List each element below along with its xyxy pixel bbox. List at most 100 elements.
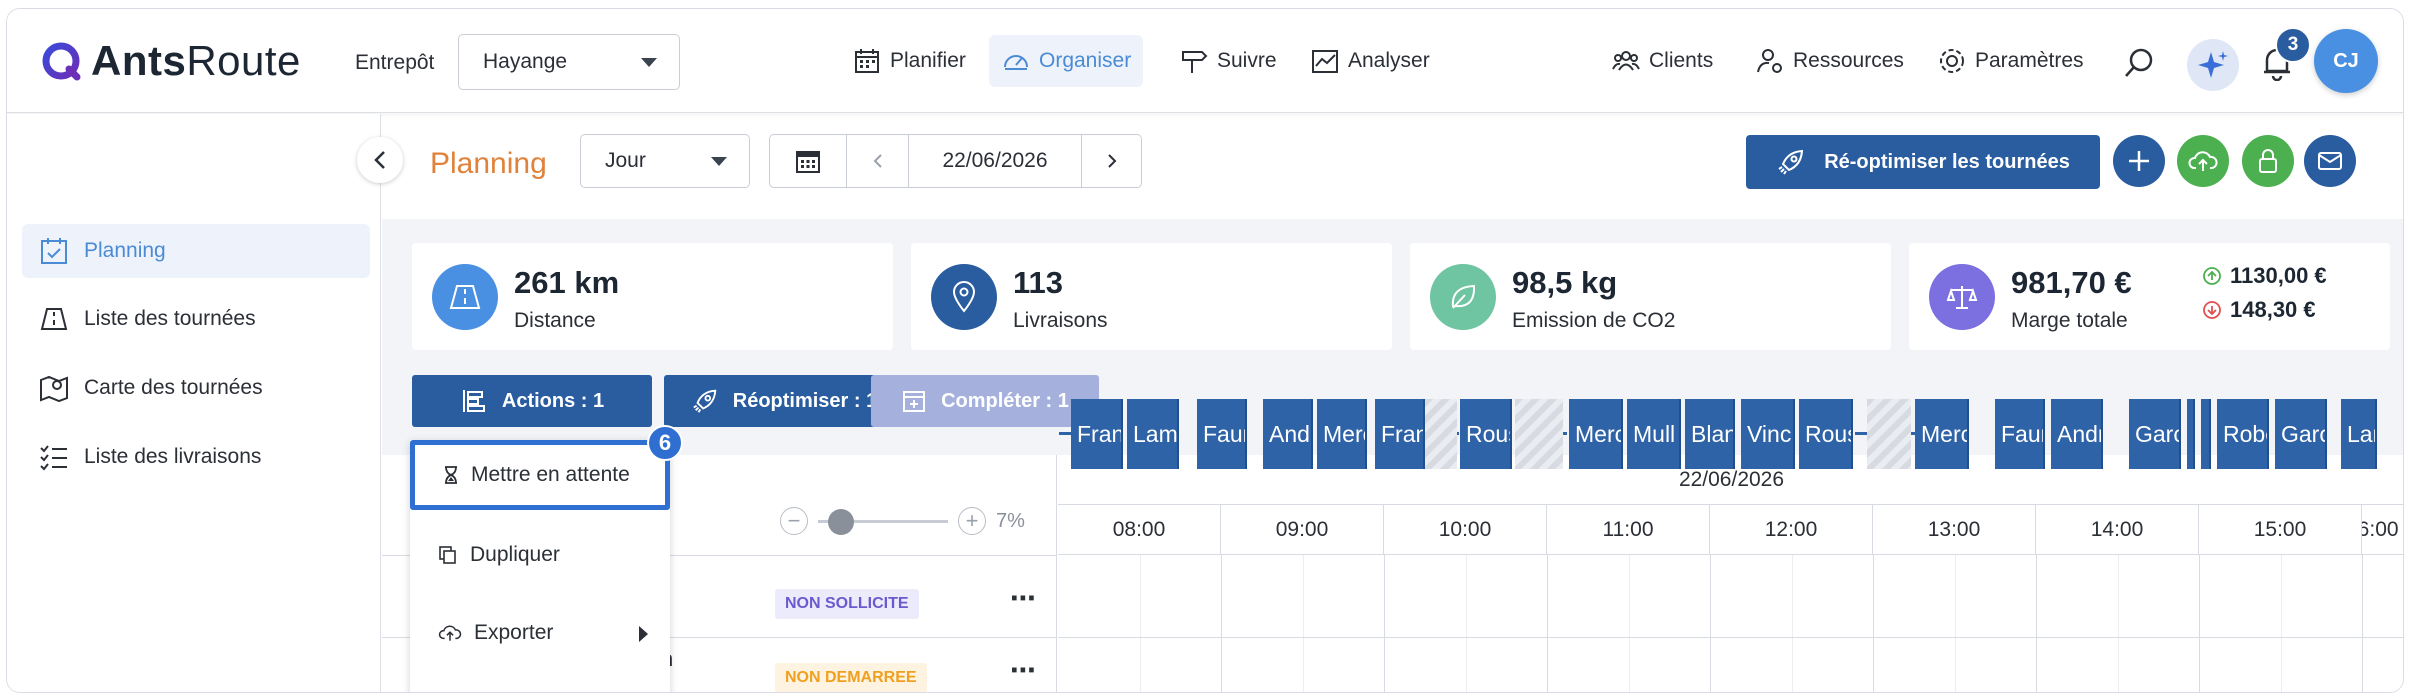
delivery-task[interactable]: Vinc [1741,399,1795,469]
delivery-task[interactable]: Robe [2217,399,2269,469]
nav-planifier-label: Planifier [890,49,966,72]
grid-line [1873,555,1874,692]
delivery-task[interactable]: Lam [2341,399,2377,469]
zoom-slider-handle[interactable] [828,509,854,535]
arrow-down-circle-icon [2203,301,2221,319]
delivery-task[interactable]: Lam [1127,399,1179,469]
delivery-task[interactable]: Merc [1569,399,1623,469]
delivery-task[interactable]: Rous [1799,399,1853,469]
reoptimize-selection-label: Réoptimiser : 1 [732,389,878,412]
nav-clients[interactable]: Clients [1599,35,1725,87]
hour-label: 16:00 [2362,518,2399,541]
grid-line [1791,555,1793,692]
view-select-value: Jour [605,149,646,172]
delivery-task[interactable]: Garc [2275,399,2327,469]
nav-organiser[interactable]: Organiser [989,35,1144,87]
complete-button-label: Compléter : 1 [941,389,1069,412]
next-day-button[interactable] [1082,135,1141,187]
hourglass-icon [445,466,457,484]
sidebar-item-liste-livraisons[interactable]: Liste des livraisons [22,430,370,484]
hour-label: 14:00 [2036,505,2199,555]
email-button[interactable] [2304,135,2356,187]
entrepot-select[interactable]: Hayange [458,34,680,90]
add-button[interactable] [2113,135,2165,187]
delivery-task[interactable]: Blan [1685,399,1735,469]
resources-icon [1757,49,1782,73]
nav-ressources[interactable]: Ressources [1743,35,1916,87]
kpi-label: Livraisons [1013,309,1108,332]
delivery-task[interactable] [2187,399,2195,469]
prev-day-button[interactable] [847,135,909,187]
sidebar-item-liste-tournees[interactable]: Liste des tournées [22,292,370,346]
mail-icon [2318,152,2342,170]
zoom-out-button[interactable]: − [780,507,808,535]
nav-planifier[interactable]: Planifier [840,35,978,87]
ai-assistant-button[interactable] [2187,39,2239,91]
nav-analyser-label: Analyser [1348,49,1430,72]
calendar-picker-button[interactable] [770,135,847,187]
chevron-left-icon [374,151,385,169]
upload-button[interactable] [2177,135,2229,187]
calendar-plus-icon [903,391,926,412]
reoptimize-selection-button[interactable]: Réoptimiser : 1 [664,375,904,427]
actions-button[interactable]: Actions : 1 [412,375,652,427]
grid-line [2362,555,2363,692]
menu-item-exporter[interactable]: Exporter [410,598,670,668]
nav-parametres[interactable]: Paramètres [1925,35,2096,87]
top-navbar: AntsRoute Entrepôt Hayange Planifier Org… [7,9,2403,113]
view-select[interactable]: Jour [580,134,750,188]
scale-icon [1929,264,1995,330]
delivery-task[interactable]: Andr [2051,399,2103,469]
search-button[interactable] [2119,43,2159,83]
break-slot [1425,399,1457,469]
nav-suivre-label: Suivre [1217,49,1277,72]
nav-analyser[interactable]: Analyser [1298,35,1442,87]
reoptimize-tours-label: Ré-optimiser les tournées [1824,150,2070,173]
status-badge: NON SOLLICITE [775,589,919,619]
grid-line [1710,555,1711,692]
delivery-task[interactable]: Garc [2129,399,2181,469]
status-badge: NON DEMARREE [775,663,927,692]
delivery-task[interactable]: Mull [1627,399,1681,469]
complete-button[interactable]: Compléter : 1 [871,375,1099,427]
search-icon [2125,48,2153,77]
zoom-in-button[interactable]: + [958,507,986,535]
zoom-slider[interactable] [818,507,948,535]
nav-suivre[interactable]: Suivre [1167,35,1289,87]
chevron-left-icon [873,154,882,168]
hour-label: 15:00 [2199,505,2362,555]
delivery-task[interactable]: Faur [1995,399,2045,469]
delivery-task[interactable]: Faur [1197,399,1247,469]
kpi-value: 98,5 kg [1512,265,1618,300]
map-pin-icon [40,375,68,403]
grid-line [2036,555,2037,692]
delivery-task[interactable]: Fran [1375,399,1425,469]
lock-button[interactable] [2242,135,2294,187]
delivery-task[interactable]: Merc [1317,399,1367,469]
delivery-task[interactable]: Merc [1915,399,1969,469]
logo-mark-icon [41,41,81,81]
row-options-button[interactable]: ⋯ [1010,583,1038,614]
sidebar-item-label: Planning [84,239,166,262]
delivery-task[interactable] [2201,399,2211,469]
antsroute-logo[interactable]: AntsRoute [41,37,301,85]
delivery-task[interactable]: Fran [1071,399,1123,469]
sidebar-item-planning[interactable]: Planning [22,224,370,278]
menu-item-mettre-en-attente[interactable]: Mettre en attente [410,440,670,510]
cloud-upload-icon [438,625,462,641]
delivery-task[interactable]: And [1263,399,1313,469]
user-avatar[interactable]: CJ [2314,29,2378,93]
menu-item-dupliquer[interactable]: Dupliquer [410,520,670,590]
row-options-button[interactable]: ⋯ [1010,655,1038,686]
grid-line [2117,555,2119,692]
nav-organiser-label: Organiser [1039,49,1132,72]
current-date[interactable]: 22/06/2026 [909,135,1082,187]
gantt-chart: − + 7% NON SOLLICITE ⋯ tin NON DEMARREE … [382,455,2403,692]
reoptimize-tours-button[interactable]: Ré-optimiser les tournées [1746,135,2100,189]
delivery-task[interactable]: Rous [1460,399,1512,469]
route-connector [1059,432,1071,435]
sidebar-item-label: Liste des livraisons [84,445,262,468]
caret-right-icon [639,626,648,642]
sidebar-collapse-button[interactable] [357,137,403,183]
sidebar-item-carte-tournees[interactable]: Carte des tournées [22,361,370,415]
